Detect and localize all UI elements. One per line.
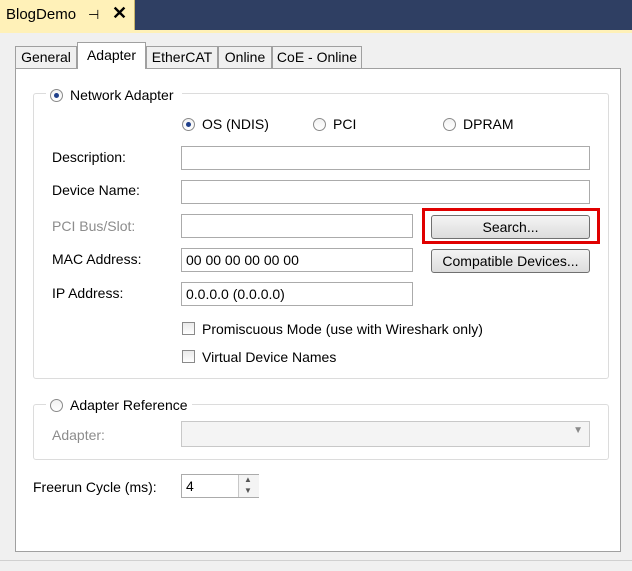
spin-down-icon[interactable]: ▼ xyxy=(244,486,252,495)
document-tab-title: BlogDemo xyxy=(6,6,77,23)
tab-online-label: Online xyxy=(224,49,266,65)
pci-label: PCI xyxy=(333,116,357,132)
dpram-radio[interactable] xyxy=(443,118,456,131)
freerun-cycle-value: 4 xyxy=(186,478,194,494)
tab-ethercat[interactable]: EtherCAT xyxy=(146,46,218,68)
pci-bus-slot-label: PCI Bus/Slot: xyxy=(52,218,136,234)
promiscuous-mode-checkbox[interactable] xyxy=(182,322,195,335)
ip-address-field[interactable]: 0.0.0.0 (0.0.0.0) xyxy=(181,282,413,306)
tab-coe-online-label: CoE - Online xyxy=(276,49,358,65)
tab-coe-online[interactable]: CoE - Online xyxy=(272,46,362,68)
mac-address-field[interactable]: 00 00 00 00 00 00 xyxy=(181,248,413,272)
virtual-device-names-label: Virtual Device Names xyxy=(202,349,337,365)
network-adapter-radio[interactable] xyxy=(50,89,63,102)
description-label: Description: xyxy=(52,149,126,165)
os-ndis-label: OS (NDIS) xyxy=(202,116,269,132)
spin-up-icon[interactable]: ▲ xyxy=(244,475,252,484)
document-tab[interactable]: BlogDemo ⊣ ✕ xyxy=(0,0,135,30)
network-adapter-label: Network Adapter xyxy=(70,87,174,103)
tab-online[interactable]: Online xyxy=(218,46,272,68)
promiscuous-mode-label: Promiscuous Mode (use with Wireshark onl… xyxy=(202,321,483,337)
dpram-label: DPRAM xyxy=(463,116,514,132)
window-bottom-edge xyxy=(0,560,632,571)
tab-general-label: General xyxy=(21,49,71,65)
device-name-field[interactable] xyxy=(181,180,590,204)
adapter-reference-legend: Adapter Reference xyxy=(46,396,192,414)
search-button[interactable]: Search... xyxy=(431,215,590,239)
adapter-reference-label: Adapter Reference xyxy=(70,397,188,413)
tab-general[interactable]: General xyxy=(15,46,77,68)
adapter-dropdown[interactable]: ▼ xyxy=(181,421,590,447)
freerun-cycle-label: Freerun Cycle (ms): xyxy=(33,479,157,495)
adapter-reference-radio[interactable] xyxy=(50,399,63,412)
chevron-down-icon: ▼ xyxy=(573,425,583,436)
pin-icon[interactable]: ⊣ xyxy=(88,7,99,23)
close-icon[interactable]: ✕ xyxy=(112,3,127,24)
compatible-devices-button[interactable]: Compatible Devices... xyxy=(431,249,590,273)
tab-ethercat-label: EtherCAT xyxy=(151,49,213,65)
device-name-label: Device Name: xyxy=(52,182,140,198)
network-adapter-legend: Network Adapter xyxy=(46,86,182,104)
pci-radio[interactable] xyxy=(313,118,326,131)
tab-adapter[interactable]: Adapter xyxy=(77,42,146,69)
ip-address-label: IP Address: xyxy=(52,285,124,301)
mac-address-label: MAC Address: xyxy=(52,251,142,267)
virtual-device-names-checkbox[interactable] xyxy=(182,350,195,363)
adapter-label: Adapter: xyxy=(52,427,105,443)
tab-adapter-label: Adapter xyxy=(86,47,137,63)
pci-bus-slot-field[interactable] xyxy=(181,214,413,238)
freerun-cycle-spin: ▲ ▼ xyxy=(238,475,259,497)
os-ndis-radio[interactable] xyxy=(182,118,195,131)
description-field[interactable] xyxy=(181,146,590,170)
